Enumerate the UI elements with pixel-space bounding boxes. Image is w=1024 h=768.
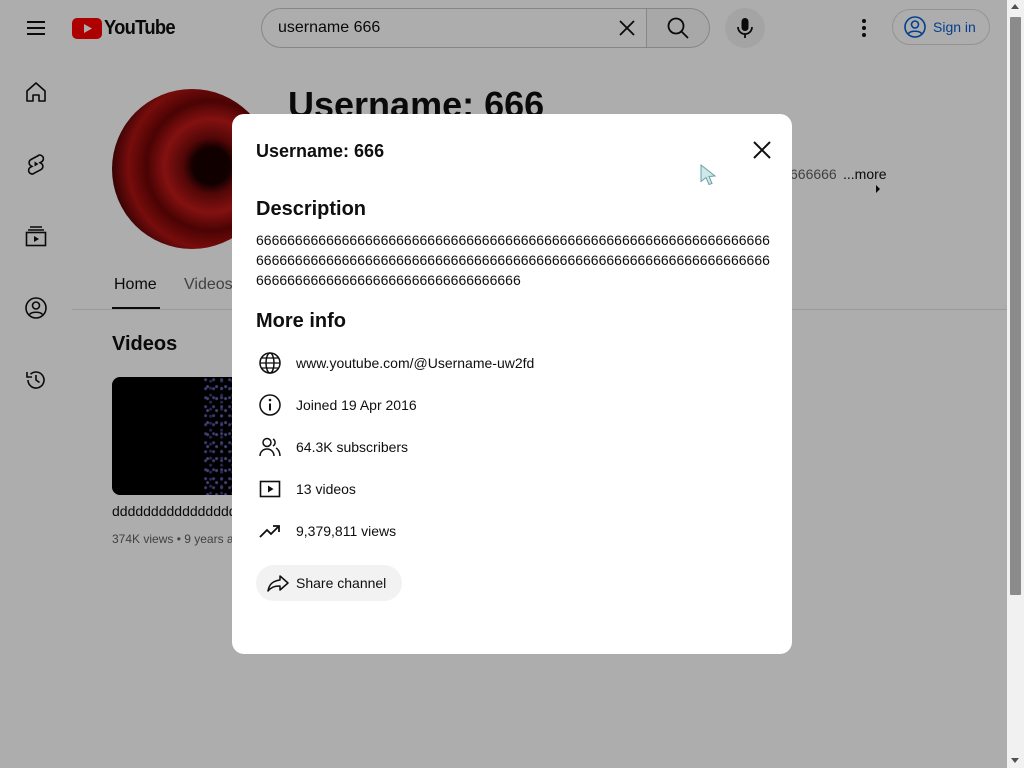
video-icon (259, 480, 281, 498)
dialog-title: Username: 666 (256, 141, 385, 161)
info-row-views: 9,379,811 views (256, 517, 396, 545)
scroll-up-arrow-icon[interactable] (1011, 4, 1019, 9)
info-row-subscribers: 64.3K subscribers (256, 433, 408, 461)
view-count: 9,379,811 views (296, 523, 397, 539)
subscribers-icon (259, 437, 281, 457)
mouse-cursor-icon (700, 163, 717, 186)
scroll-down-arrow-icon[interactable] (1011, 758, 1019, 763)
info-row-joined: Joined 19 Apr 2016 (256, 391, 417, 419)
globe-icon (259, 352, 281, 374)
more-info-heading: More info (256, 310, 346, 332)
description-heading: Description (256, 198, 367, 220)
page-scrollbar[interactable] (1007, 0, 1024, 768)
trending-icon (259, 525, 280, 538)
info-icon (259, 394, 281, 416)
joined-date: Joined 19 Apr 2016 (296, 397, 417, 413)
channel-url[interactable]: www.youtube.com/@Username-uw2fd (296, 355, 534, 371)
share-channel-button[interactable]: Share channel (256, 565, 402, 601)
share-icon (267, 575, 289, 592)
close-icon (753, 141, 771, 159)
subscriber-count: 64.3K subscribers (296, 439, 409, 455)
scrollbar-thumb[interactable] (1010, 17, 1021, 595)
share-channel-label: Share channel (296, 575, 387, 591)
info-row-videos: 13 videos (256, 475, 356, 503)
video-count: 13 videos (296, 481, 356, 497)
info-row-url[interactable]: www.youtube.com/@Username-uw2fd (256, 349, 534, 377)
channel-description: 6666666666666666666666666666666666666666… (256, 232, 770, 288)
close-dialog-button[interactable] (746, 134, 778, 166)
about-channel-dialog: Username: 666 Description 66666666666666… (232, 114, 792, 654)
